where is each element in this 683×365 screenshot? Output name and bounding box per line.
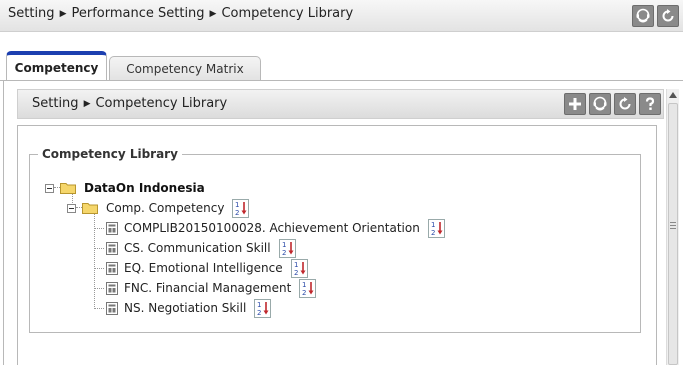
tree-item-label[interactable]: FNC. Financial Management (124, 281, 291, 295)
vertical-scrollbar[interactable] (666, 89, 679, 365)
sort-icon[interactable]: 1 2 (278, 238, 296, 258)
svg-text:2: 2 (235, 209, 239, 217)
support-button[interactable] (632, 5, 654, 27)
add-icon (569, 98, 581, 110)
panel-breadcrumb-item-competency-library: Competency Library (95, 96, 228, 111)
breadcrumb-item-competency-library: Competency Library (221, 6, 354, 21)
tree-group-label[interactable]: Comp. Competency (106, 201, 224, 215)
svg-text:1: 1 (282, 241, 286, 249)
tab-competency-matrix[interactable]: Competency Matrix (109, 56, 261, 81)
competency-item-icon (106, 261, 118, 275)
tree-item-label[interactable]: NS. Negotiation Skill (124, 301, 246, 315)
refresh-icon (662, 9, 674, 22)
refresh-button[interactable] (614, 93, 636, 115)
tree-node-item: NS. Negotiation Skill 1 2 (106, 298, 272, 318)
tree-node-item: FNC. Financial Management 1 2 (106, 278, 317, 298)
refresh-button[interactable] (657, 5, 679, 27)
svg-text:2: 2 (282, 249, 286, 257)
svg-text:2: 2 (431, 229, 435, 237)
breadcrumb-separator-icon: ▶ (83, 99, 91, 109)
tree-connector (94, 248, 104, 249)
svg-text:2: 2 (302, 289, 306, 297)
breadcrumb-item-performance-setting[interactable]: Performance Setting (71, 6, 204, 21)
tree-connector (94, 268, 104, 269)
svg-text:1: 1 (431, 221, 435, 229)
scrollbar-grip-icon (670, 222, 676, 229)
panel-breadcrumb-item-setting[interactable]: Setting (32, 96, 79, 111)
sort-icon[interactable]: 1 2 (299, 278, 317, 298)
svg-text:1: 1 (302, 281, 306, 289)
competency-library-fieldset: Competency Library DataOn Indonesia Comp… (29, 147, 641, 333)
collapse-toggle-icon[interactable] (45, 183, 54, 193)
svg-text:1: 1 (257, 301, 261, 309)
folder-open-icon (82, 203, 98, 214)
svg-text:1: 1 (294, 261, 298, 269)
tree-item-label[interactable]: EQ. Emotional Intelligence (124, 261, 283, 275)
scrollbar-thumb[interactable] (668, 103, 678, 365)
competency-item-icon (106, 301, 118, 315)
tree-connector (94, 228, 104, 229)
competency-item-icon (106, 281, 118, 295)
tree-node-group: Comp. Competency 1 2 (67, 198, 250, 218)
library-container: Competency Library DataOn Indonesia Comp… (17, 125, 657, 365)
panel-header-bar: Setting ▶ Competency Library (17, 89, 664, 119)
support-button[interactable] (589, 93, 611, 115)
collapse-toggle-icon[interactable] (67, 203, 76, 213)
folder-icon (60, 183, 76, 194)
tree-connector (94, 288, 104, 289)
support-icon (636, 8, 650, 23)
tree-connector (94, 308, 104, 309)
competency-item-icon (106, 221, 118, 235)
top-breadcrumb-bar: Setting ▶ Performance Setting ▶ Competency L… (0, 0, 683, 32)
tab-competency[interactable]: Competency (6, 51, 107, 81)
svg-text:2: 2 (294, 269, 298, 277)
scroll-up-arrow-icon[interactable] (667, 89, 679, 101)
breadcrumb-item-setting[interactable]: Setting (8, 6, 55, 21)
help-icon (645, 97, 655, 110)
add-button[interactable] (564, 93, 586, 115)
refresh-icon (619, 97, 631, 110)
breadcrumb: Setting ▶ Performance Setting ▶ Competency L… (8, 6, 353, 21)
help-button[interactable] (639, 93, 661, 115)
support-icon (593, 96, 607, 111)
content-panel: Setting ▶ Competency Library Competency … (3, 81, 679, 365)
sort-icon[interactable]: 1 2 (254, 298, 272, 318)
competency-item-icon (106, 241, 118, 255)
tree-root-label[interactable]: DataOn Indonesia (84, 181, 205, 195)
sort-icon[interactable]: 1 2 (427, 218, 445, 238)
breadcrumb-separator-icon: ▶ (209, 9, 217, 19)
sort-icon[interactable]: 1 2 (232, 198, 250, 218)
tree-node-item: COMPLIB20150100028. Achievement Orientat… (106, 218, 445, 238)
tree-node-item: CS. Communication Skill 1 2 (106, 238, 296, 258)
tree-item-label[interactable]: CS. Communication Skill (124, 241, 271, 255)
tree-node-item: EQ. Emotional Intelligence 1 2 (106, 258, 308, 278)
svg-text:1: 1 (235, 201, 239, 209)
svg-text:2: 2 (257, 309, 261, 317)
sort-icon[interactable]: 1 2 (290, 258, 308, 278)
fieldset-legend: Competency Library (38, 147, 182, 161)
tree-node-root: DataOn Indonesia (45, 179, 205, 197)
breadcrumb-separator-icon: ▶ (59, 9, 67, 19)
panel-breadcrumb: Setting ▶ Competency Library (32, 96, 227, 111)
tree-item-label[interactable]: COMPLIB20150100028. Achievement Orientat… (124, 221, 420, 235)
